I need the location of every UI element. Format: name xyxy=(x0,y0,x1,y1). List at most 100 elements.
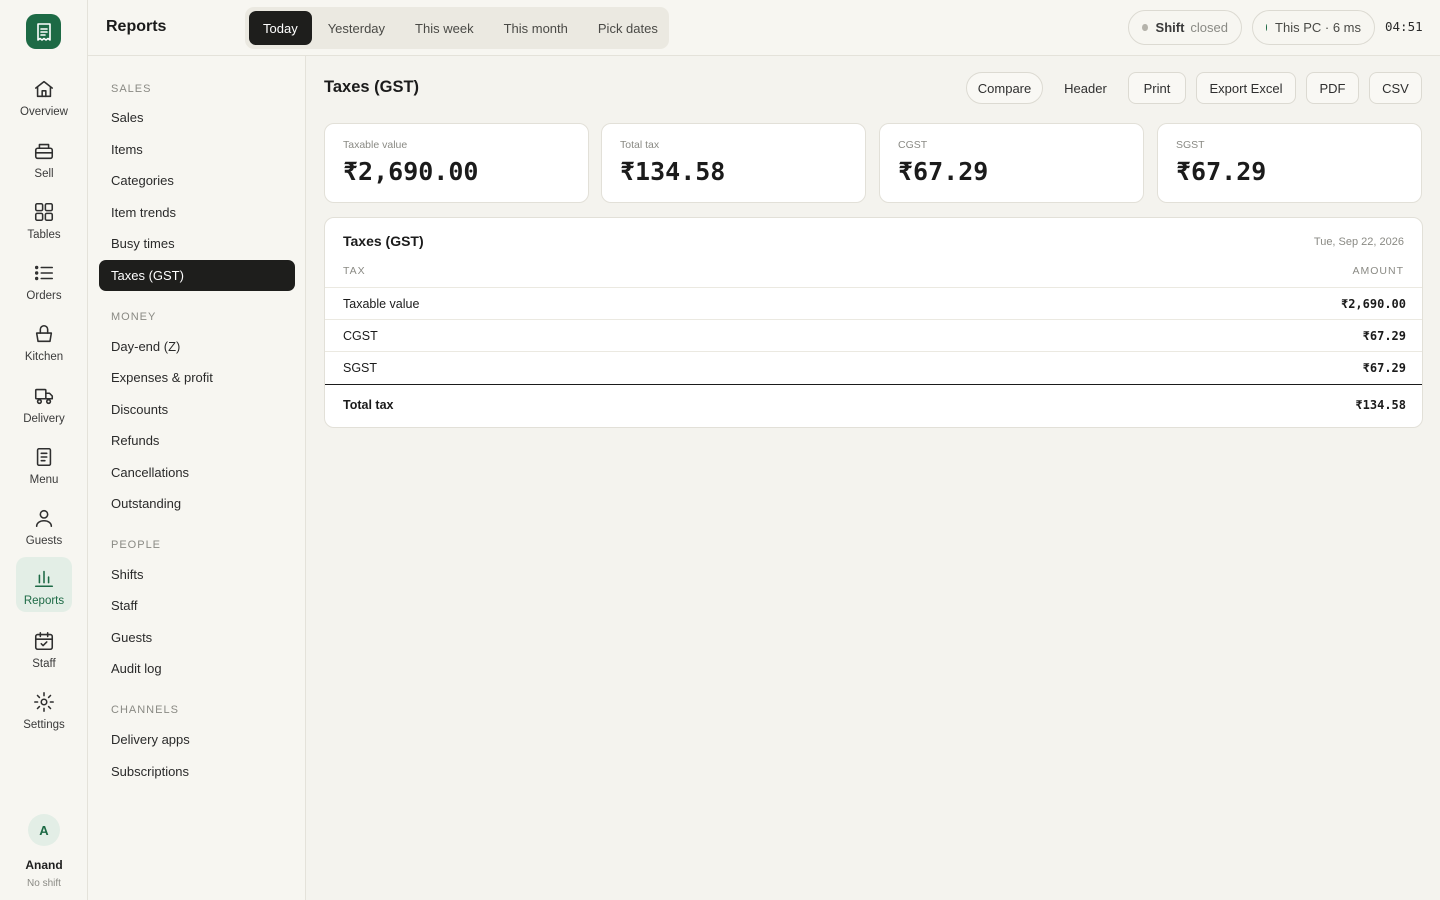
rail-label: Menu xyxy=(29,474,59,486)
rail-item-settings[interactable]: Settings xyxy=(16,683,72,739)
compare-button[interactable]: Compare xyxy=(966,72,1043,104)
rail-label: Guests xyxy=(25,535,63,547)
stat-label: CGST xyxy=(898,139,928,151)
rail-item-guests[interactable]: Guests xyxy=(16,499,72,555)
truck-icon xyxy=(34,388,54,405)
top-bar: Reports Today Yesterday This week This m… xyxy=(88,0,1440,56)
row-amount: ₹67.29 xyxy=(1362,328,1406,343)
nav-item-discounts[interactable]: Discounts xyxy=(99,394,295,425)
range-today-button[interactable]: Today xyxy=(249,11,312,45)
csv-button[interactable]: CSV xyxy=(1369,72,1422,104)
nav-item-delivery-apps[interactable]: Delivery apps xyxy=(99,724,295,755)
shift-label: Shift xyxy=(1155,20,1185,35)
rail-label: Orders xyxy=(26,290,62,302)
nav-item-sales[interactable]: Sales xyxy=(99,102,295,133)
row-tax: Taxable value xyxy=(343,296,420,311)
row-tax: CGST xyxy=(343,328,378,343)
page-title: Reports xyxy=(106,18,167,35)
row-tax: SGST xyxy=(343,360,378,375)
rail-label: Delivery xyxy=(23,413,65,425)
table-title: Taxes (GST) xyxy=(343,233,424,249)
section-title-sales: SALES xyxy=(111,83,152,95)
total-amount: ₹134.58 xyxy=(1355,397,1406,412)
nav-item-categories[interactable]: Categories xyxy=(99,165,295,196)
nav-item-staff[interactable]: Staff xyxy=(99,590,295,621)
bar-chart-icon xyxy=(34,570,54,588)
range-this-week-button[interactable]: This week xyxy=(401,11,488,45)
table-total-row: Total tax ₹134.58 xyxy=(325,384,1422,424)
nav-item-busy-times[interactable]: Busy times xyxy=(99,228,295,259)
nav-item-cancellations[interactable]: Cancellations xyxy=(99,457,295,488)
rail-label: Kitchen xyxy=(24,351,64,363)
rail-item-tables[interactable]: Tables xyxy=(16,193,72,249)
nav-item-taxes-gst[interactable]: Taxes (GST) xyxy=(99,260,295,291)
nav-item-refunds[interactable]: Refunds xyxy=(99,425,295,456)
list-icon xyxy=(34,265,54,281)
rail-item-sell[interactable]: Sell xyxy=(16,132,72,188)
nav-item-expenses-profit[interactable]: Expenses & profit xyxy=(99,362,295,393)
stat-card-taxable-value: Taxable value ₹2,690.00 xyxy=(324,123,589,203)
section-title-money: MONEY xyxy=(111,311,157,323)
rail-item-overview[interactable]: Overview xyxy=(16,70,72,126)
calendar-icon xyxy=(34,631,54,651)
range-pick-dates-button[interactable]: Pick dates xyxy=(584,11,672,45)
clock: 04:51 xyxy=(1385,19,1423,34)
rail-item-orders[interactable]: Orders xyxy=(16,254,72,310)
nav-item-shifts[interactable]: Shifts xyxy=(99,559,295,590)
rail-item-menu[interactable]: Menu xyxy=(16,438,72,494)
rail-label: Tables xyxy=(27,229,61,241)
column-header-tax: TAX xyxy=(343,265,366,277)
rail-item-reports[interactable]: Reports xyxy=(16,557,72,612)
reports-nav: SALES Sales Items Categories Item trends… xyxy=(88,56,306,900)
home-icon xyxy=(34,80,54,98)
nav-item-items[interactable]: Items xyxy=(99,134,295,165)
rail-label: Sell xyxy=(34,168,54,180)
user-profile[interactable]: A Anand No shift xyxy=(0,814,88,889)
nav-item-guests[interactable]: Guests xyxy=(99,622,295,653)
tax-table: Taxes (GST) Tue, Sep 22, 2026 TAX AMOUNT… xyxy=(324,217,1423,428)
pdf-button[interactable]: PDF xyxy=(1306,72,1359,104)
row-amount: ₹2,690.00 xyxy=(1340,296,1406,311)
row-amount: ₹67.29 xyxy=(1362,360,1406,375)
stat-card-cgst: CGST ₹67.29 xyxy=(879,123,1144,203)
user-shift-status: No shift xyxy=(27,878,61,889)
shift-status-pill[interactable]: Shift closed xyxy=(1128,10,1242,45)
device-status-pill[interactable]: This PC · 6 ms xyxy=(1252,10,1375,45)
column-header-amount: AMOUNT xyxy=(1352,265,1404,277)
nav-item-day-end[interactable]: Day-end (Z) xyxy=(99,331,295,362)
person-icon xyxy=(35,509,53,528)
register-icon xyxy=(34,143,54,160)
rail-label: Settings xyxy=(23,719,65,731)
range-yesterday-button[interactable]: Yesterday xyxy=(314,11,399,45)
sun-gear-icon xyxy=(34,692,54,712)
table-row: Taxable value ₹2,690.00 xyxy=(325,287,1422,319)
grid-icon xyxy=(34,202,54,222)
rail-label: Staff xyxy=(32,658,56,670)
app-rail: Overview Sell Tables Orders Kitchen Deli… xyxy=(0,0,88,900)
stat-card-total-tax: Total tax ₹134.58 xyxy=(601,123,866,203)
print-button[interactable]: Print xyxy=(1128,72,1186,104)
date-range-selector: Today Yesterday This week This month Pic… xyxy=(245,7,669,49)
receipt-icon xyxy=(36,22,51,41)
nav-item-outstanding[interactable]: Outstanding xyxy=(99,488,295,519)
rail-label: Overview xyxy=(20,106,68,118)
range-this-month-button[interactable]: This month xyxy=(490,11,582,45)
basket-icon xyxy=(35,324,53,343)
nav-item-audit-log[interactable]: Audit log xyxy=(99,653,295,684)
report-title: Taxes (GST) xyxy=(324,78,420,96)
nav-item-item-trends[interactable]: Item trends xyxy=(99,197,295,228)
nav-item-subscriptions[interactable]: Subscriptions xyxy=(99,756,295,787)
stat-label: Total tax xyxy=(620,139,660,151)
export-excel-button[interactable]: Export Excel xyxy=(1196,72,1296,104)
rail-item-staff[interactable]: Staff xyxy=(16,622,72,678)
stat-value: ₹134.58 xyxy=(620,157,726,186)
rail-item-delivery[interactable]: Delivery xyxy=(16,377,72,433)
status-dot-icon xyxy=(1142,24,1148,31)
stat-value: ₹67.29 xyxy=(1176,157,1267,186)
table-row: CGST ₹67.29 xyxy=(325,319,1422,351)
menu-book-icon xyxy=(36,447,52,467)
section-title-channels: CHANNELS xyxy=(111,704,179,716)
rail-item-kitchen[interactable]: Kitchen xyxy=(16,315,72,371)
app-logo[interactable] xyxy=(26,14,61,49)
header-button[interactable]: Header xyxy=(1053,72,1118,104)
